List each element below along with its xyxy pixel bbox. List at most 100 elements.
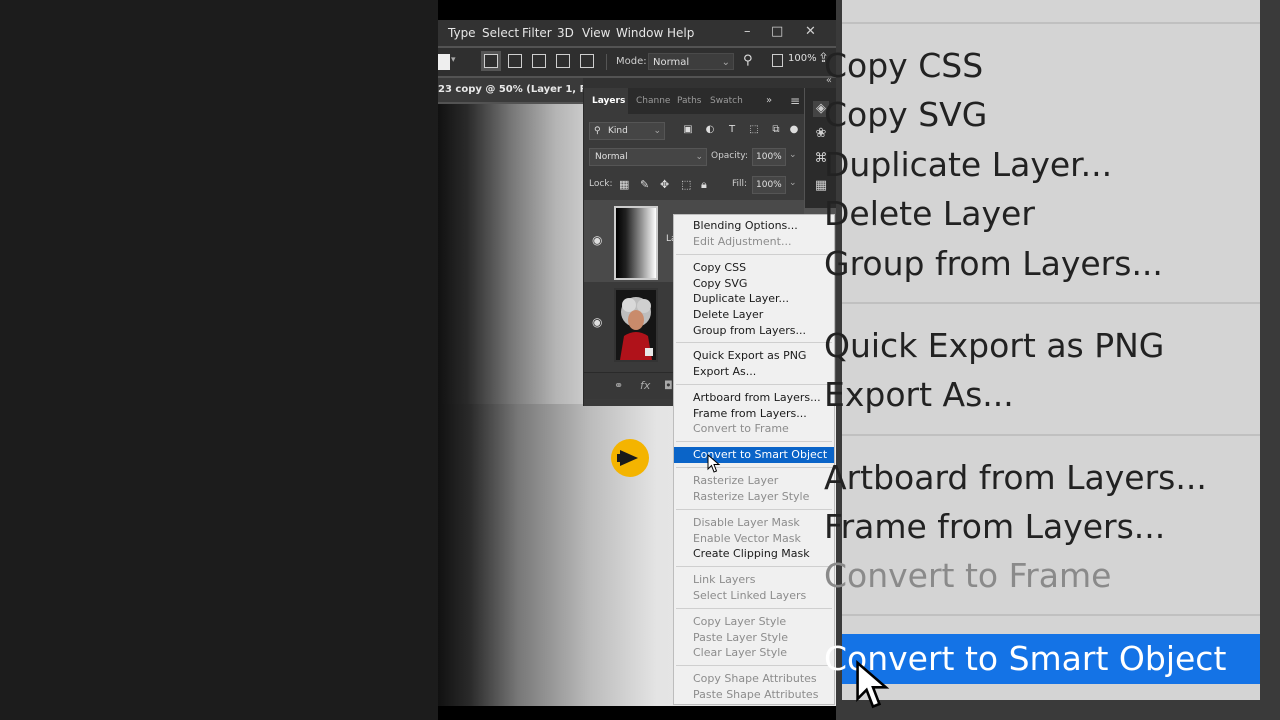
restore-icon[interactable]: □	[771, 24, 783, 39]
mode-label: Mode:	[616, 56, 647, 67]
lock-label: Lock:	[589, 179, 613, 189]
close-icon[interactable]: ✕	[805, 24, 816, 39]
panel-collapse-bar[interactable]: «	[583, 75, 836, 88]
opacity-input[interactable]: 100%	[752, 148, 786, 166]
menu-item-enable-vector-mask: Enable Vector Mask	[693, 532, 801, 545]
fx-icon[interactable]: fx	[640, 379, 650, 392]
grid-selection-icon[interactable]	[580, 54, 594, 68]
more-tabs-icon[interactable]: »	[766, 95, 772, 106]
menu-filter[interactable]: Filter	[522, 26, 552, 40]
adjustment-filter-icon[interactable]: ◐	[704, 124, 716, 136]
new-selection-icon[interactable]	[484, 54, 498, 68]
chevron-down-icon[interactable]: ⌄	[789, 150, 797, 160]
lock-transparency-icon[interactable]: ▦	[619, 178, 629, 191]
zoom-item-delete-layer: Delete Layer	[824, 194, 1035, 233]
lock-all-icon[interactable]: 🔒︎	[701, 178, 707, 192]
eye-icon[interactable]: ◉	[592, 315, 602, 329]
mode-value: Normal	[653, 57, 690, 68]
tab-paths[interactable]: Paths	[677, 96, 701, 106]
blend-row: Normal ⌄ Opacity: 100% ⌄	[589, 148, 799, 166]
minimize-icon[interactable]: –	[744, 24, 751, 39]
intersect-selection-icon[interactable]	[556, 54, 570, 68]
menu-help[interactable]: Help	[667, 26, 694, 40]
menu-item-copy-css[interactable]: Copy CSS	[674, 260, 834, 276]
fill-input[interactable]: 100%	[752, 176, 786, 194]
chevron-down-icon: ⌄	[653, 126, 661, 136]
frame-icon[interactable]	[772, 54, 783, 67]
menu-item-copy-shape-attributes: Copy Shape Attributes	[693, 672, 817, 685]
menu-3d[interactable]: 3D	[557, 26, 574, 40]
add-selection-icon[interactable]	[508, 54, 522, 68]
menu-item-edit-adjustment: Edit Adjustment...	[693, 235, 792, 248]
menu-item-quick-export-png[interactable]: Quick Export as PNG	[674, 348, 834, 364]
eye-icon[interactable]: ◉	[592, 233, 602, 247]
panel-menu-icon[interactable]: ≡	[790, 94, 800, 108]
tab-swatches[interactable]: Swatch	[710, 96, 743, 106]
panel-tab-bar: Layers Channe Paths Swatch » ≡	[584, 88, 804, 114]
kind-select[interactable]: ⚲ Kind ⌄	[589, 122, 665, 140]
chevron-down-icon[interactable]: ▾	[451, 55, 461, 69]
chevron-down-icon: ⌄	[695, 152, 703, 162]
blend-mode-value: Normal	[595, 152, 628, 162]
menu-item-group-from-layers[interactable]: Group from Layers...	[674, 323, 834, 339]
menu-separator	[676, 342, 832, 343]
left-blank-area	[0, 0, 438, 720]
smart-object-filter-icon[interactable]: ⧉	[770, 124, 782, 136]
zoom-separator	[842, 302, 1260, 304]
color-swatch[interactable]	[438, 54, 450, 70]
tab-channels[interactable]: Channe	[636, 96, 670, 106]
menu-separator	[676, 384, 832, 385]
mode-select[interactable]: Normal ⌄	[648, 53, 734, 70]
menu-view[interactable]: View	[582, 26, 610, 40]
zoom-value[interactable]: 100%	[788, 53, 817, 64]
zoom-separator	[842, 22, 1260, 24]
menu-type[interactable]: Type	[448, 26, 476, 40]
menu-item-clear-layer-style: Clear Layer Style	[693, 646, 788, 659]
zoom-item-quick-export-png: Quick Export as PNG	[824, 326, 1165, 365]
lock-artboard-icon[interactable]: ⬚	[681, 178, 691, 191]
layer-thumbnail	[614, 206, 658, 280]
menu-select[interactable]: Select	[482, 26, 519, 40]
mask-icon[interactable]: ◘	[664, 379, 673, 392]
filter-row: ⚲ Kind ⌄ ▣ ◐ T ⬚ ⧉ ●	[589, 122, 799, 140]
menu-item-select-linked-layers: Select Linked Layers	[693, 589, 807, 602]
menu-item-disable-layer-mask: Disable Layer Mask	[693, 516, 800, 529]
menu-item-copy-layer-style: Copy Layer Style	[693, 615, 787, 628]
context-menu: Blending Options... Edit Adjustment... C…	[673, 214, 835, 705]
zoom-item-duplicate-layer: Duplicate Layer...	[824, 145, 1113, 184]
lock-move-icon[interactable]: ✥	[660, 178, 669, 191]
fill-value: 100%	[756, 180, 782, 190]
search-icon[interactable]: ⚲	[743, 53, 753, 68]
zoom-item-group-from-layers: Group from Layers...	[824, 244, 1163, 283]
menu-item-create-clipping-mask[interactable]: Create Clipping Mask	[674, 546, 834, 562]
opacity-label: Opacity:	[711, 151, 748, 161]
blend-mode-select[interactable]: Normal ⌄	[589, 148, 707, 166]
menu-item-convert-to-smart-object[interactable]: Convert to Smart Object	[674, 447, 834, 463]
type-filter-icon[interactable]: T	[726, 124, 738, 136]
menu-item-frame-from-layers[interactable]: Frame from Layers...	[674, 406, 834, 422]
chevron-down-icon[interactable]: ⌄	[789, 178, 797, 188]
menu-item-duplicate-layer[interactable]: Duplicate Layer...	[674, 291, 834, 307]
zoom-separator	[842, 434, 1260, 436]
menu-item-artboard-from-layers[interactable]: Artboard from Layers...	[674, 390, 834, 406]
lock-paint-icon[interactable]: ✎	[640, 178, 649, 191]
document-tab[interactable]: 23 copy @ 50% (Layer 1, RGB/	[438, 84, 607, 95]
filter-toggle-icon[interactable]: ●	[788, 124, 800, 136]
zoom-item-copy-css: Copy CSS	[824, 46, 984, 85]
bottom-edge	[438, 706, 836, 720]
menu-bar: Type Select Filter 3D View Window Help –…	[438, 20, 836, 46]
menu-item-export-as[interactable]: Export As...	[674, 364, 834, 380]
shape-filter-icon[interactable]: ⬚	[748, 124, 760, 136]
zoom-separator	[842, 614, 1260, 616]
menu-item-blending-options[interactable]: Blending Options...	[674, 218, 834, 234]
menu-item-rasterize-layer: Rasterize Layer	[693, 474, 779, 487]
menu-item-copy-svg[interactable]: Copy SVG	[674, 276, 834, 292]
link-icon[interactable]: ⚭	[614, 379, 623, 392]
menu-item-delete-layer[interactable]: Delete Layer	[674, 307, 834, 323]
pixel-filter-icon[interactable]: ▣	[682, 124, 694, 136]
menu-window[interactable]: Window	[616, 26, 663, 40]
subtract-selection-icon[interactable]	[532, 54, 546, 68]
menu-separator	[676, 566, 832, 567]
tab-layers[interactable]: Layers	[592, 96, 625, 106]
options-bar: ▾ Mode: Normal ⌄ ⚲ 100% ⇪	[438, 48, 836, 76]
